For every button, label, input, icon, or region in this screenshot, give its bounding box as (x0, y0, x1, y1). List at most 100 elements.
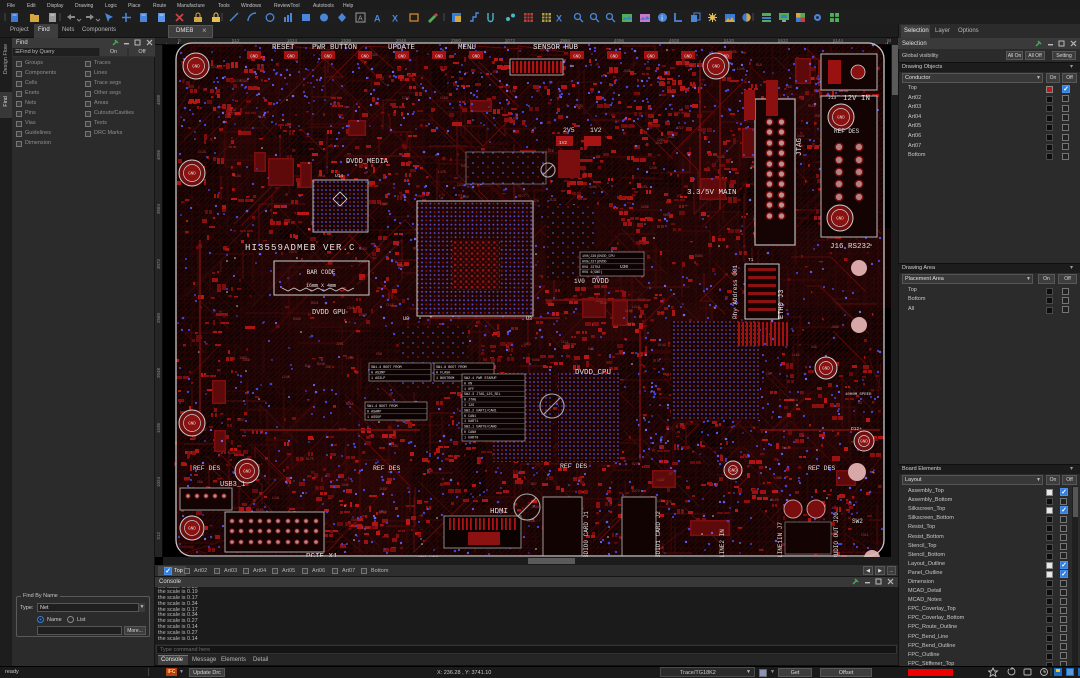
svg-text:SDIO0 CARD J1: SDIO0 CARD J1 (583, 511, 590, 558)
svg-text:U65: U65 (663, 213, 669, 217)
svg-text:REF DES: REF DES (834, 128, 860, 135)
svg-text:C280: C280 (346, 356, 354, 360)
svg-text:U266: U266 (641, 205, 649, 209)
svg-text:J16 RS232: J16 RS232 (830, 243, 871, 251)
svg-text:GND: GND (324, 56, 332, 60)
svg-text:C311: C311 (861, 533, 869, 537)
svg-text:0V9 4(GND): 0V9 4(GND) (582, 270, 602, 275)
svg-text:GND: GND (822, 368, 830, 372)
svg-text:DVDD_CPU: DVDD_CPU (575, 369, 611, 377)
svg-text:JTAG: JTAG (796, 138, 804, 157)
svg-text:U271: U271 (632, 462, 640, 466)
svg-text:GND: GND (837, 117, 845, 121)
svg-text:D103: D103 (256, 508, 264, 512)
svg-text:D419: D419 (379, 510, 387, 514)
svg-text:R87: R87 (531, 482, 537, 486)
svg-text:C368: C368 (774, 476, 782, 480)
svg-text:A: A (358, 16, 363, 23)
svg-text:C421: C421 (797, 134, 805, 138)
svg-text:J28: J28 (398, 264, 404, 268)
svg-text:GND: GND (729, 470, 737, 474)
svg-text:GND: GND (243, 471, 251, 475)
svg-text:DVDD_MEDIA: DVDD_MEDIA (346, 158, 389, 166)
svg-text:J481: J481 (667, 135, 675, 139)
svg-text:D372: D372 (632, 489, 640, 493)
svg-text:T1: T1 (748, 257, 754, 263)
svg-text:SENSOR HUB: SENSOR HUB (533, 44, 579, 52)
svg-text:1 UART0: 1 UART0 (464, 436, 478, 440)
svg-text:C240: C240 (649, 166, 657, 170)
svg-text:U49: U49 (811, 345, 817, 349)
svg-text:1000M SPEED: 1000M SPEED (845, 393, 872, 397)
svg-text:GND: GND (188, 423, 196, 427)
svg-text:C118: C118 (386, 303, 394, 307)
svg-text:R261: R261 (640, 185, 648, 189)
svg-text:R321: R321 (311, 301, 319, 305)
svg-text:GND: GND (250, 56, 258, 60)
svg-text:L238: L238 (457, 183, 465, 187)
svg-text:R102: R102 (258, 115, 266, 119)
svg-text:3.3/5V MAIN: 3.3/5V MAIN (687, 189, 737, 197)
svg-text:HDMI: HDMI (490, 508, 508, 516)
svg-text:AUDIO OUT J20: AUDIO OUT J20 (833, 512, 840, 559)
svg-text:REF DES: REF DES (373, 465, 400, 472)
svg-text:GND: GND (836, 218, 844, 222)
svg-text:GND: GND (361, 56, 369, 60)
svg-text:U488: U488 (532, 358, 540, 362)
svg-text:C111: C111 (561, 340, 569, 344)
svg-text:16mm X 4mm: 16mm X 4mm (306, 283, 336, 289)
svg-text:MENU: MENU (458, 44, 476, 52)
svg-text:J169: J169 (379, 487, 387, 491)
svg-text:USB3_1: USB3_1 (220, 481, 245, 489)
svg-text:REF DES: REF DES (808, 465, 835, 472)
svg-text:D3: D3 (858, 401, 862, 405)
svg-text:D414: D414 (790, 398, 798, 402)
svg-text:C87: C87 (766, 372, 772, 376)
svg-text:J201: J201 (336, 342, 344, 346)
svg-text:J36: J36 (325, 365, 331, 369)
svg-text:HI3559ADMEB VER.C: HI3559ADMEB VER.C (245, 243, 356, 253)
svg-text:L89: L89 (786, 85, 792, 89)
svg-text:X: X (556, 14, 562, 24)
svg-text:C341: C341 (318, 174, 326, 178)
svg-text:R41: R41 (305, 364, 311, 368)
svg-text:U429: U429 (717, 155, 725, 159)
svg-text:J4: J4 (416, 194, 420, 198)
svg-text:L367: L367 (391, 444, 399, 448)
svg-text:R246: R246 (317, 362, 325, 366)
svg-text:SW2: SW2 (852, 518, 863, 525)
svg-text:LINE1IN J7: LINE1IN J7 (777, 522, 784, 558)
svg-text:J169: J169 (623, 69, 631, 73)
svg-text:J358: J358 (626, 322, 634, 326)
svg-text:2V5: 2V5 (563, 127, 575, 134)
svg-text:R19: R19 (756, 63, 762, 67)
svg-text:GND: GND (610, 56, 618, 60)
svg-text:R394: R394 (240, 79, 248, 83)
svg-text:C89: C89 (197, 480, 203, 484)
svg-text:REF DES: REF DES (193, 465, 220, 472)
svg-text:L476: L476 (438, 170, 446, 174)
svg-text:GND: GND (472, 56, 480, 60)
svg-text:PWR BUTTON: PWR BUTTON (312, 44, 357, 52)
svg-text:1 ASSUP: 1 ASSUP (367, 416, 381, 420)
svg-text:L459: L459 (546, 149, 554, 153)
svg-text:C460: C460 (380, 202, 388, 206)
svg-text:R460: R460 (362, 526, 370, 530)
svg-text:L241: L241 (272, 496, 280, 500)
svg-text:J442: J442 (655, 141, 663, 145)
svg-text:D175: D175 (306, 457, 314, 461)
svg-text:C223: C223 (575, 104, 583, 108)
svg-text:DVDD: DVDD (592, 278, 609, 286)
svg-text:C66: C66 (376, 352, 382, 356)
svg-text:J59: J59 (814, 114, 820, 118)
svg-text:U260: U260 (589, 185, 597, 189)
svg-text:J390: J390 (831, 325, 839, 329)
svg-text:R244: R244 (228, 451, 236, 455)
svg-text:R134: R134 (233, 174, 241, 178)
svg-text:L213: L213 (632, 305, 640, 309)
svg-text:R162: R162 (359, 247, 367, 251)
svg-text:U8: U8 (403, 316, 409, 322)
svg-text:J303: J303 (523, 342, 531, 346)
svg-text:U54: U54 (351, 518, 357, 522)
svg-text:GND: GND (647, 56, 655, 60)
